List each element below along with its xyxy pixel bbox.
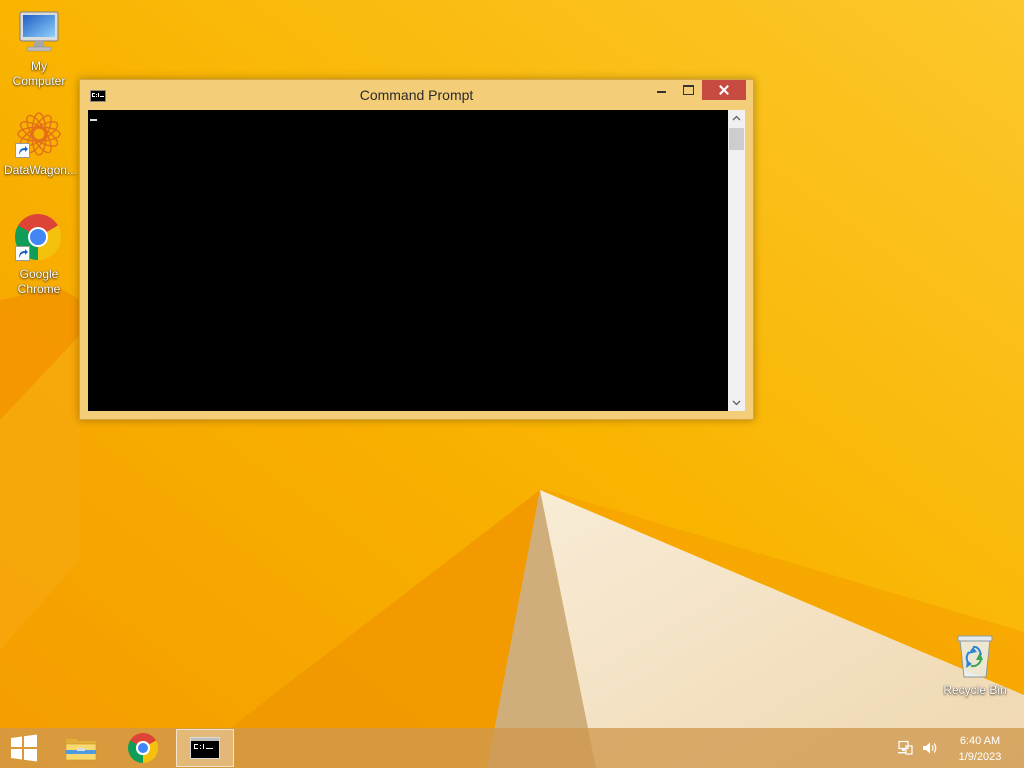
desktop-icon-recycle-bin[interactable]: Recycle Bin — [937, 630, 1013, 720]
volume-icon[interactable] — [922, 740, 938, 756]
clock-date: 1/9/2023 — [958, 751, 1002, 763]
windows-logo-icon — [11, 734, 37, 762]
vertical-scrollbar[interactable] — [728, 110, 745, 411]
command-prompt-icon — [90, 90, 106, 102]
maximize-button[interactable] — [675, 80, 702, 100]
close-button[interactable] — [702, 80, 746, 100]
taskbar-file-explorer[interactable] — [63, 731, 99, 765]
network-icon[interactable] — [897, 740, 913, 756]
desktop-icon-label: My Computer — [12, 59, 66, 88]
file-explorer-icon — [65, 739, 97, 761]
desktop-icon-label: Recycle Bin — [943, 683, 1007, 697]
text-cursor — [90, 119, 97, 121]
scroll-thumb[interactable] — [729, 128, 744, 150]
clock-time: 6:40 AM — [959, 735, 1001, 747]
minimize-icon — [657, 91, 666, 93]
desktop-icon-google-chrome[interactable]: Google Chrome — [1, 213, 77, 303]
shortcut-arrow-icon — [15, 143, 30, 158]
start-button[interactable] — [8, 733, 40, 763]
desktop-icon-label: Google Chrome — [17, 267, 61, 296]
maximize-icon — [683, 85, 694, 95]
console-output[interactable] — [88, 110, 728, 411]
minimize-button[interactable] — [648, 80, 675, 100]
my-computer-icon — [19, 11, 59, 52]
desktop-icon-label: DataWagon... — [4, 163, 77, 177]
desktop-icon-datawagon[interactable]: DataWagon... — [1, 110, 77, 200]
scroll-up-icon[interactable] — [728, 110, 745, 127]
taskbar-command-prompt[interactable] — [176, 729, 234, 767]
command-prompt-icon — [190, 737, 220, 759]
title-bar[interactable]: Command Prompt — [80, 80, 753, 110]
desktop-icon-my-computer[interactable]: My Computer — [1, 8, 77, 98]
taskbar-chrome[interactable] — [125, 731, 161, 765]
chrome-icon — [128, 733, 158, 763]
close-icon — [719, 85, 729, 95]
scroll-down-icon[interactable] — [728, 394, 745, 411]
recycle-bin-icon — [957, 635, 993, 678]
taskbar: 6:40 AM 1/9/2023 — [0, 728, 1024, 768]
system-clock[interactable]: 6:40 AM 1/9/2023 — [950, 733, 1010, 765]
command-prompt-window[interactable]: Command Prompt — [79, 79, 754, 420]
shortcut-arrow-icon — [15, 246, 30, 261]
